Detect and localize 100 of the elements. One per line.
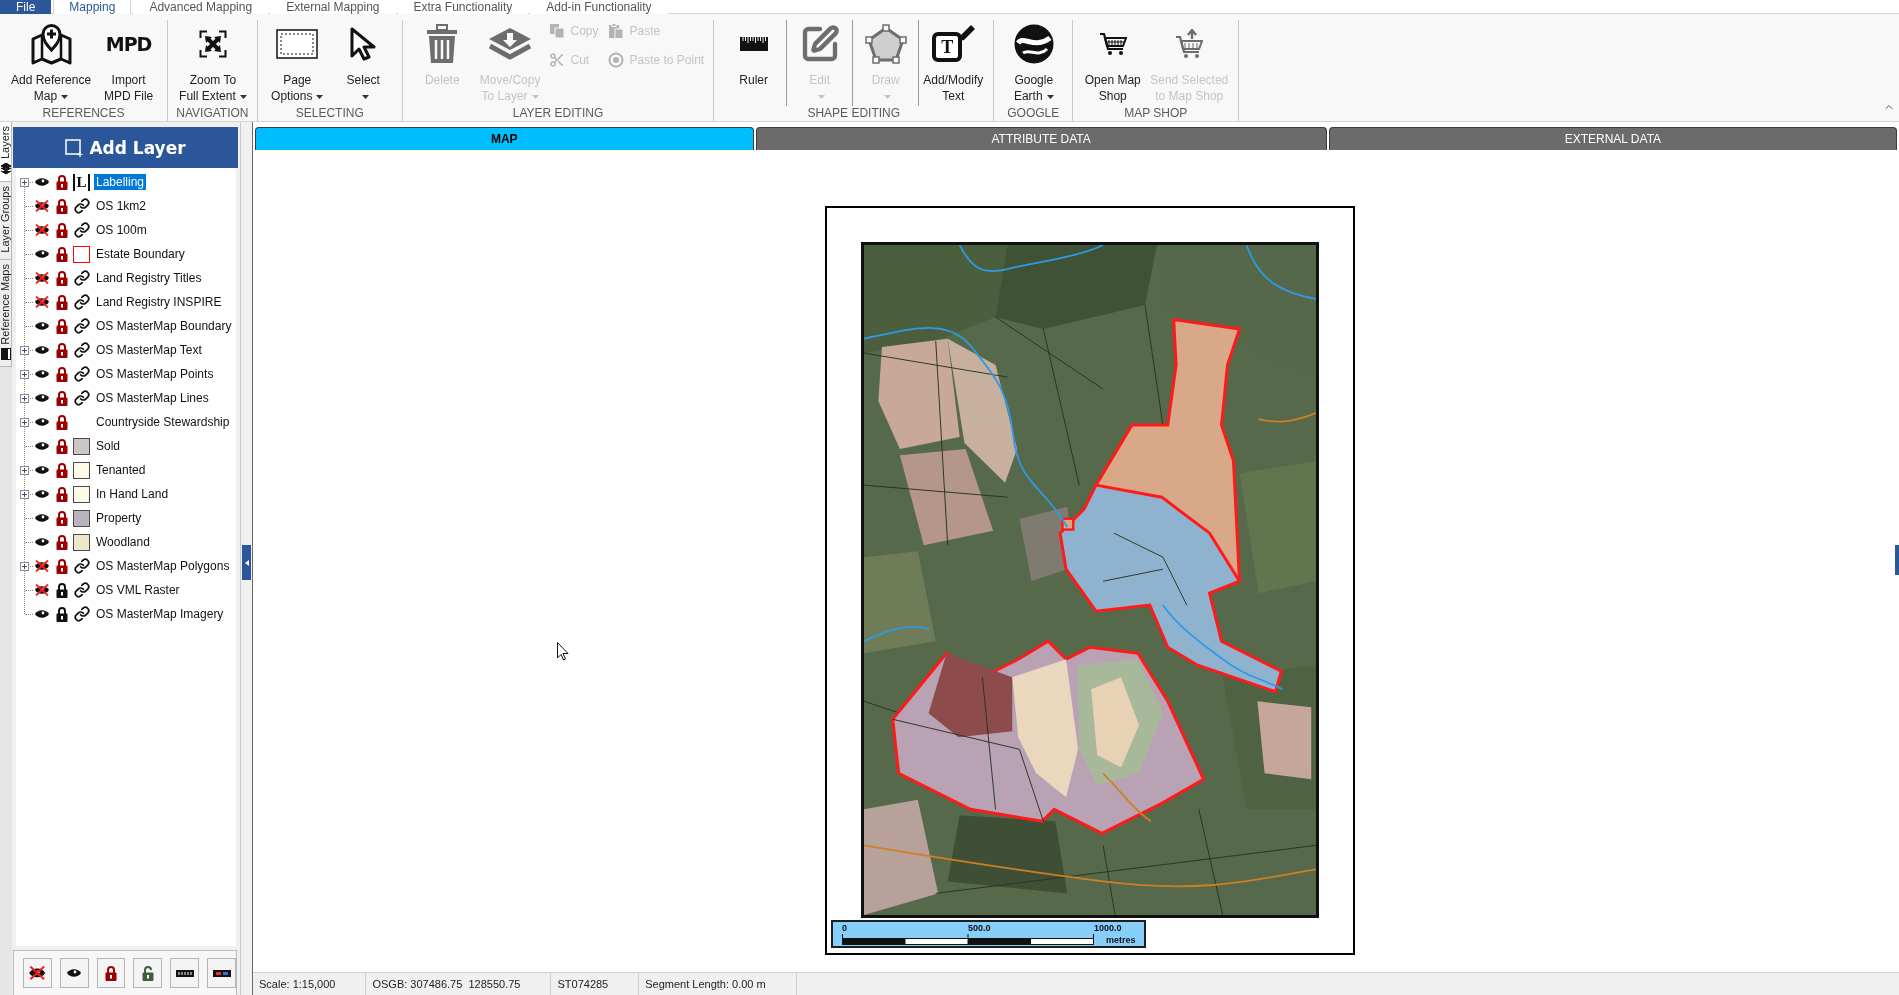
scale-label: 0 <box>842 923 848 934</box>
splitter-handle[interactable] <box>242 545 251 580</box>
lock-icon[interactable] <box>56 342 68 358</box>
eye-icon[interactable] <box>34 608 50 620</box>
hidden-eye-icon[interactable] <box>34 584 50 596</box>
hidden-eye-icon[interactable] <box>28 966 47 980</box>
menu-tab[interactable]: Add-in Functionality <box>530 0 668 14</box>
lock-icon[interactable] <box>105 965 118 981</box>
eye-icon[interactable] <box>34 536 50 548</box>
layer-name[interactable]: In Hand Land <box>94 486 171 502</box>
lock-icon[interactable] <box>56 174 68 190</box>
layer-name[interactable]: OS MasterMap Imagery <box>94 606 226 622</box>
expand-icon[interactable] <box>20 393 29 403</box>
expand-icon[interactable] <box>20 489 29 499</box>
layer-name[interactable]: Countryside Stewardship <box>94 414 232 430</box>
lock-all-button[interactable] <box>96 958 126 988</box>
view-tab[interactable]: MAP <box>255 127 754 150</box>
layer-name[interactable]: Labelling <box>94 174 147 190</box>
ribbon-button[interactable]: T Add/Modify Text <box>918 20 988 106</box>
eye-icon[interactable] <box>34 368 50 380</box>
ribbon-button[interactable]: Ruler <box>720 20 787 106</box>
eye-icon[interactable] <box>34 416 50 428</box>
open-lock-icon[interactable] <box>141 965 154 981</box>
eye-icon[interactable] <box>34 392 50 404</box>
menu-tab[interactable]: Advanced Mapping <box>133 0 269 14</box>
lock-icon[interactable] <box>56 606 68 622</box>
layer-name[interactable]: OS 100m <box>94 222 149 238</box>
show-all-button[interactable] <box>59 958 89 988</box>
eye-icon[interactable] <box>34 320 50 332</box>
colour-strip-button[interactable] <box>207 958 236 988</box>
eye-icon[interactable] <box>34 176 50 188</box>
lock-icon[interactable] <box>56 510 68 526</box>
cart-icon <box>1098 32 1127 56</box>
lock-icon[interactable] <box>56 318 68 334</box>
lock-icon[interactable] <box>56 534 68 550</box>
layer-name[interactable]: OS MasterMap Points <box>94 366 216 382</box>
add-layer-button[interactable]: Add Layer <box>13 127 238 168</box>
layer-name[interactable]: Property <box>94 510 144 526</box>
layer-name[interactable]: Land Registry INSPIRE <box>94 294 224 310</box>
layer-name[interactable]: Estate Boundary <box>94 246 187 262</box>
hidden-eye-icon[interactable] <box>34 560 50 572</box>
ribbon-button[interactable]: MPD Import MPD File <box>95 20 162 106</box>
ribbon-button[interactable]: Select <box>329 20 396 106</box>
expand-icon[interactable] <box>20 465 29 475</box>
eye-icon[interactable] <box>34 512 50 524</box>
lock-icon[interactable] <box>56 270 68 286</box>
unlock-all-button[interactable] <box>133 958 163 988</box>
lock-icon[interactable] <box>56 390 68 406</box>
hidden-eye-icon[interactable] <box>34 224 50 236</box>
lock-icon[interactable] <box>56 462 68 478</box>
expand-icon[interactable] <box>20 369 29 379</box>
lock-icon[interactable] <box>56 486 68 502</box>
layer-name[interactable]: OS MasterMap Boundary <box>94 318 234 334</box>
lock-icon[interactable] <box>56 414 68 430</box>
eye-icon[interactable] <box>34 488 50 500</box>
layer-name[interactable]: Sold <box>94 438 123 454</box>
lock-icon[interactable] <box>56 366 68 382</box>
hidden-eye-icon[interactable] <box>34 272 50 284</box>
ribbon-button[interactable]: Open Map Shop <box>1079 20 1146 106</box>
eye-icon[interactable] <box>34 344 50 356</box>
menu-tab[interactable]: External Mapping <box>270 0 396 14</box>
menu-tab[interactable]: Extra Functionality <box>397 0 529 14</box>
lock-icon[interactable] <box>56 558 68 574</box>
layer-name[interactable]: Tenanted <box>94 462 148 478</box>
lock-icon[interactable] <box>56 246 68 262</box>
lock-icon[interactable] <box>56 582 68 598</box>
strip-button[interactable] <box>170 958 200 988</box>
hide-all-button[interactable] <box>23 958 52 988</box>
menu-tab[interactable]: File <box>0 0 52 14</box>
layer-name[interactable]: OS MasterMap Polygons <box>94 558 232 574</box>
layer-name[interactable]: OS MasterMap Text <box>94 342 204 358</box>
ribbon-button[interactable]: Zoom To Full Extent <box>174 20 251 106</box>
eye-icon[interactable] <box>34 464 50 476</box>
layer-name[interactable]: OS VML Raster <box>94 582 182 598</box>
layer-name[interactable]: Land Registry Titles <box>94 270 204 286</box>
eye-icon[interactable] <box>34 248 50 260</box>
expand-icon[interactable] <box>20 561 29 571</box>
group-label: MAP SHOP <box>1124 106 1188 121</box>
hidden-eye-icon[interactable] <box>34 296 50 308</box>
layer-name[interactable]: OS 1km2 <box>94 198 148 214</box>
lock-icon[interactable] <box>56 198 68 214</box>
layer-name[interactable]: OS MasterMap Lines <box>94 390 211 406</box>
view-tab[interactable]: ATTRIBUTE DATA <box>755 127 1327 150</box>
lock-icon[interactable] <box>56 294 68 310</box>
eye-icon[interactable] <box>34 440 50 452</box>
lock-icon[interactable] <box>56 438 68 454</box>
lock-icon[interactable] <box>56 222 68 238</box>
expand-icon[interactable] <box>20 345 29 355</box>
ribbon-button[interactable]: Google Earth <box>1000 20 1067 106</box>
menu-tab[interactable]: Mapping <box>53 0 132 14</box>
status-text: Scale: 1:15,000 <box>253 973 367 995</box>
layer-name[interactable]: Woodland <box>94 534 152 550</box>
expand-icon[interactable] <box>20 417 29 427</box>
ribbon-button[interactable]: Page Options <box>263 20 330 106</box>
eye-icon[interactable] <box>66 967 83 979</box>
hidden-eye-icon[interactable] <box>34 200 50 212</box>
expand-icon[interactable] <box>20 177 29 187</box>
panel-handle[interactable] <box>1895 545 1899 575</box>
ribbon-button[interactable]: Add Reference Map <box>6 20 96 106</box>
view-tab[interactable]: EXTERNAL DATA <box>1328 127 1897 150</box>
